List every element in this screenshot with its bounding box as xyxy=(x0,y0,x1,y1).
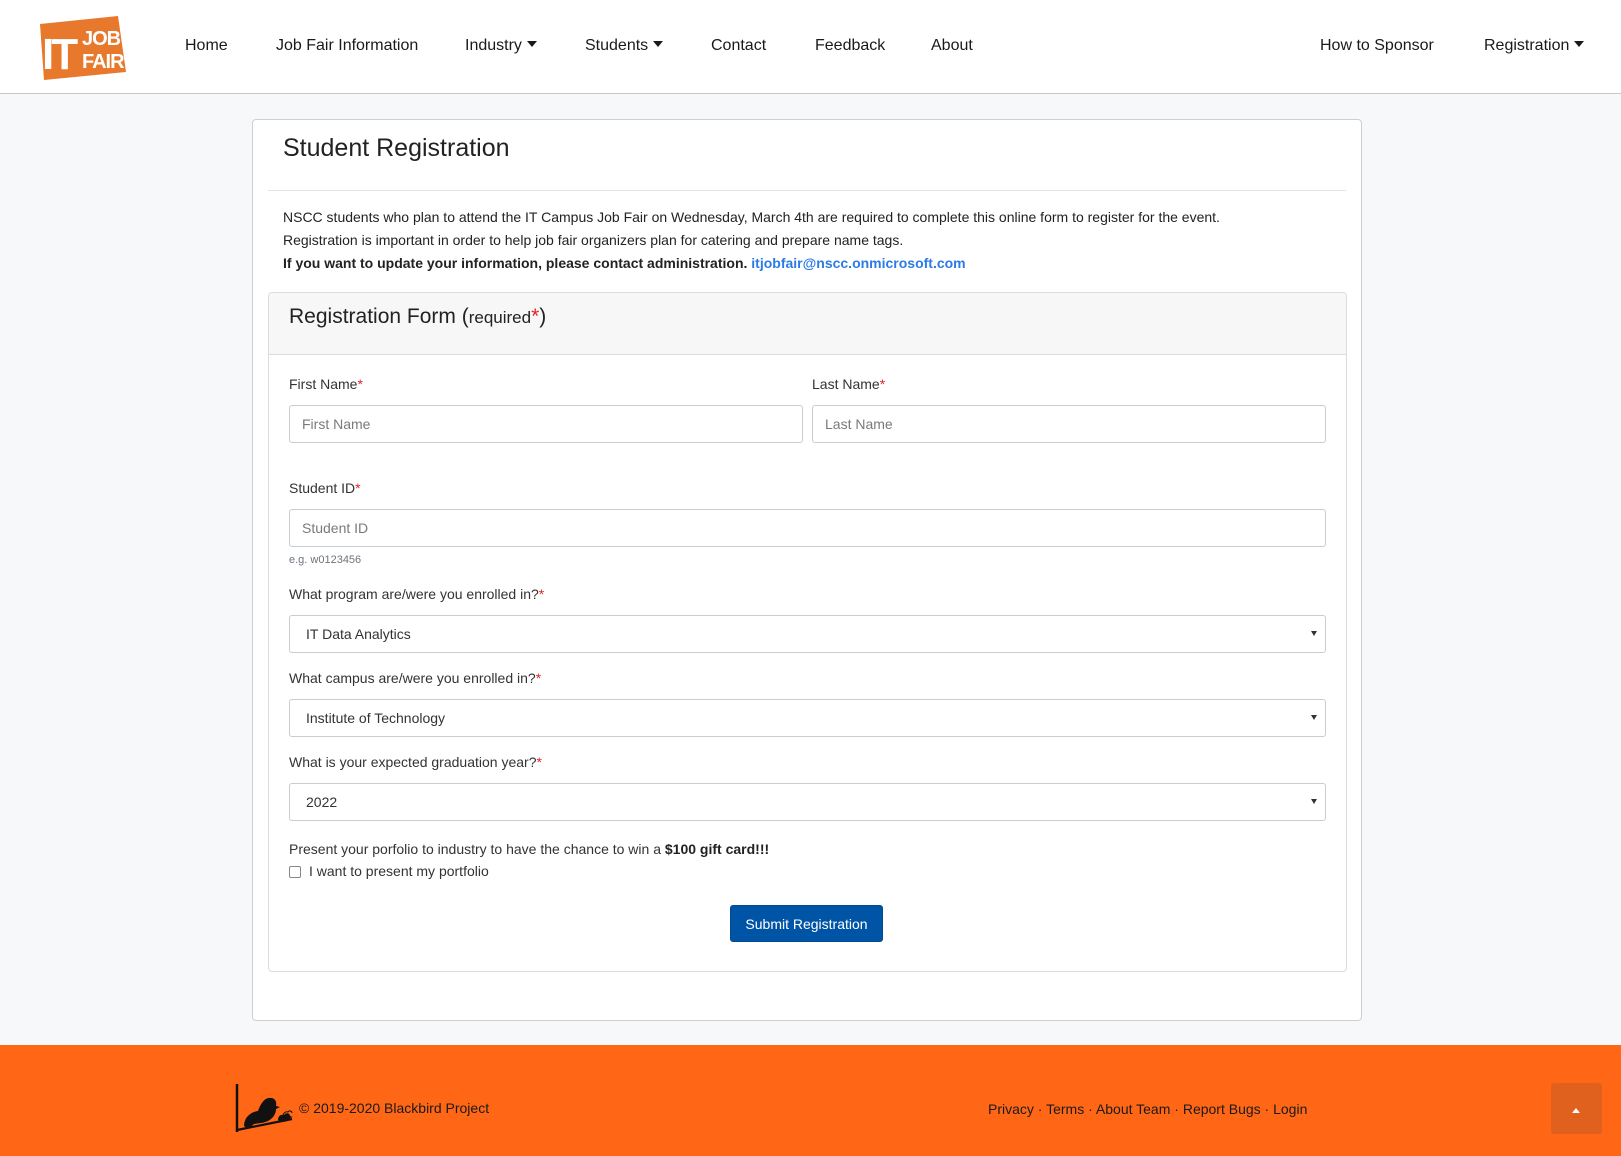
student-id-label-text: Student ID xyxy=(289,480,356,496)
nav-registration-dropdown[interactable]: Registration xyxy=(1484,33,1585,59)
copyright-text: © 2019-2020 Blackbird Project xyxy=(299,1100,490,1116)
required-asterisk: * xyxy=(538,586,545,602)
graduation-year-label-text: What is your expected graduation year? xyxy=(289,754,537,770)
it-job-fair-logo[interactable]: IT JOB FAIR xyxy=(36,14,128,80)
footer-link-report-bugs[interactable]: Report Bugs xyxy=(1183,1101,1261,1117)
program-selected-value: IT Data Analytics xyxy=(306,626,411,642)
footer-links: Privacy · Terms · About Team · Report Bu… xyxy=(988,1101,1307,1117)
nav-home[interactable]: Home xyxy=(185,33,228,59)
nav-industry-label: Industry xyxy=(465,37,522,54)
caret-down-icon xyxy=(1311,799,1317,804)
first-name-label: First Name* xyxy=(289,376,363,392)
campus-label: What campus are/were you enrolled in?* xyxy=(289,670,541,686)
nav-about[interactable]: About xyxy=(931,33,973,59)
portfolio-promo-text: Present your porfolio to industry to hav… xyxy=(289,841,769,857)
registration-form: Registration Form (required*) First Name… xyxy=(268,292,1347,972)
blackbird-icon xyxy=(235,1084,293,1132)
footer-separator: · xyxy=(1033,1101,1047,1117)
first-name-input[interactable] xyxy=(289,405,803,443)
portfolio-checkbox[interactable] xyxy=(289,866,301,878)
top-navbar: IT JOB FAIR Home Job Fair Information In… xyxy=(0,0,1621,94)
caret-down-icon xyxy=(653,41,664,47)
footer-link-privacy[interactable]: Privacy xyxy=(988,1101,1034,1117)
required-asterisk: * xyxy=(357,376,363,392)
campus-select[interactable]: Institute of Technology xyxy=(289,699,1326,737)
nav-registration-label: Registration xyxy=(1484,37,1570,54)
required-asterisk: * xyxy=(536,754,542,770)
last-name-label: Last Name* xyxy=(812,376,885,392)
form-title-paren-open: ( xyxy=(455,305,469,328)
form-title-text: Registration Form xyxy=(289,305,456,328)
first-name-label-text: First Name xyxy=(289,376,358,392)
page-title: Student Registration xyxy=(283,134,510,162)
footer: © 2019-2020 Blackbird Project Privacy · … xyxy=(0,1045,1621,1156)
chevron-up-icon xyxy=(1572,1108,1580,1113)
footer-link-terms[interactable]: Terms xyxy=(1046,1101,1084,1117)
update-info-notice: If you want to update your information, … xyxy=(283,255,748,271)
required-asterisk: * xyxy=(879,376,886,392)
nav-students-label: Students xyxy=(585,37,649,54)
program-label: What program are/were you enrolled in?* xyxy=(289,586,544,602)
registration-card: Student Registration NSCC students who p… xyxy=(252,119,1362,1021)
portfolio-promo-sentence: Present your porfolio to industry to hav… xyxy=(289,841,661,857)
caret-down-icon xyxy=(1311,715,1317,720)
footer-separator: · xyxy=(1170,1101,1183,1117)
required-asterisk: * xyxy=(535,670,542,686)
form-header: Registration Form (required*) xyxy=(269,293,1346,355)
student-id-label: Student ID* xyxy=(289,480,361,496)
caret-down-icon xyxy=(1574,41,1585,47)
logo-text-job: JOB xyxy=(82,28,121,50)
nav-feedback[interactable]: Feedback xyxy=(815,33,885,59)
intro-line-3: If you want to update your information, … xyxy=(283,252,1343,275)
nav-how-to-sponsor[interactable]: How to Sponsor xyxy=(1320,33,1434,59)
student-id-help-text: e.g. w0123456 xyxy=(289,554,362,566)
footer-link-about-team[interactable]: About Team xyxy=(1096,1101,1170,1117)
graduation-year-selected-value: 2022 xyxy=(306,794,338,810)
contact-email-link[interactable]: itjobfair@nscc.onmicrosoft.com xyxy=(751,255,965,271)
nav-students-dropdown[interactable]: Students xyxy=(585,33,664,59)
logo-text-it: IT xyxy=(42,30,78,79)
divider xyxy=(268,190,1346,191)
graduation-year-label: What is your expected graduation year?* xyxy=(289,754,542,770)
graduation-year-select[interactable]: 2022 xyxy=(289,783,1326,821)
intro-line-2: Registration is important in order to he… xyxy=(283,232,904,248)
caret-down-icon xyxy=(1311,631,1317,636)
footer-link-login[interactable]: Login xyxy=(1273,1101,1307,1117)
caret-down-icon xyxy=(526,41,537,47)
portfolio-prize: $100 gift card!!! xyxy=(664,841,770,857)
submit-registration-button[interactable]: Submit Registration xyxy=(730,905,883,942)
program-select[interactable]: IT Data Analytics xyxy=(289,615,1326,653)
intro-text: NSCC students who plan to attend the IT … xyxy=(283,206,1343,275)
footer-separator: · xyxy=(1084,1101,1096,1117)
student-id-input[interactable] xyxy=(289,509,1326,547)
back-to-top-button[interactable] xyxy=(1551,1083,1602,1134)
intro-line-1: NSCC students who plan to attend the IT … xyxy=(283,209,1220,225)
last-name-input[interactable] xyxy=(812,405,1326,443)
nav-contact[interactable]: Contact xyxy=(711,33,766,59)
form-title: Registration Form (required*) xyxy=(289,305,546,329)
logo-text-fair: FAIR xyxy=(82,51,125,73)
last-name-label-text: Last Name xyxy=(812,376,880,392)
nav-industry-dropdown[interactable]: Industry xyxy=(465,33,537,59)
campus-selected-value: Institute of Technology xyxy=(306,710,446,726)
nav-job-fair-information[interactable]: Job Fair Information xyxy=(276,33,418,59)
program-label-text: What program are/were you enrolled in? xyxy=(289,586,539,602)
form-title-paren-close: ) xyxy=(539,305,547,328)
form-title-required: required xyxy=(468,308,532,327)
portfolio-checkbox-label[interactable]: I want to present my portfolio xyxy=(309,863,489,879)
required-asterisk: * xyxy=(355,480,361,496)
campus-label-text: What campus are/were you enrolled in? xyxy=(289,670,536,686)
footer-separator: · xyxy=(1260,1101,1274,1117)
